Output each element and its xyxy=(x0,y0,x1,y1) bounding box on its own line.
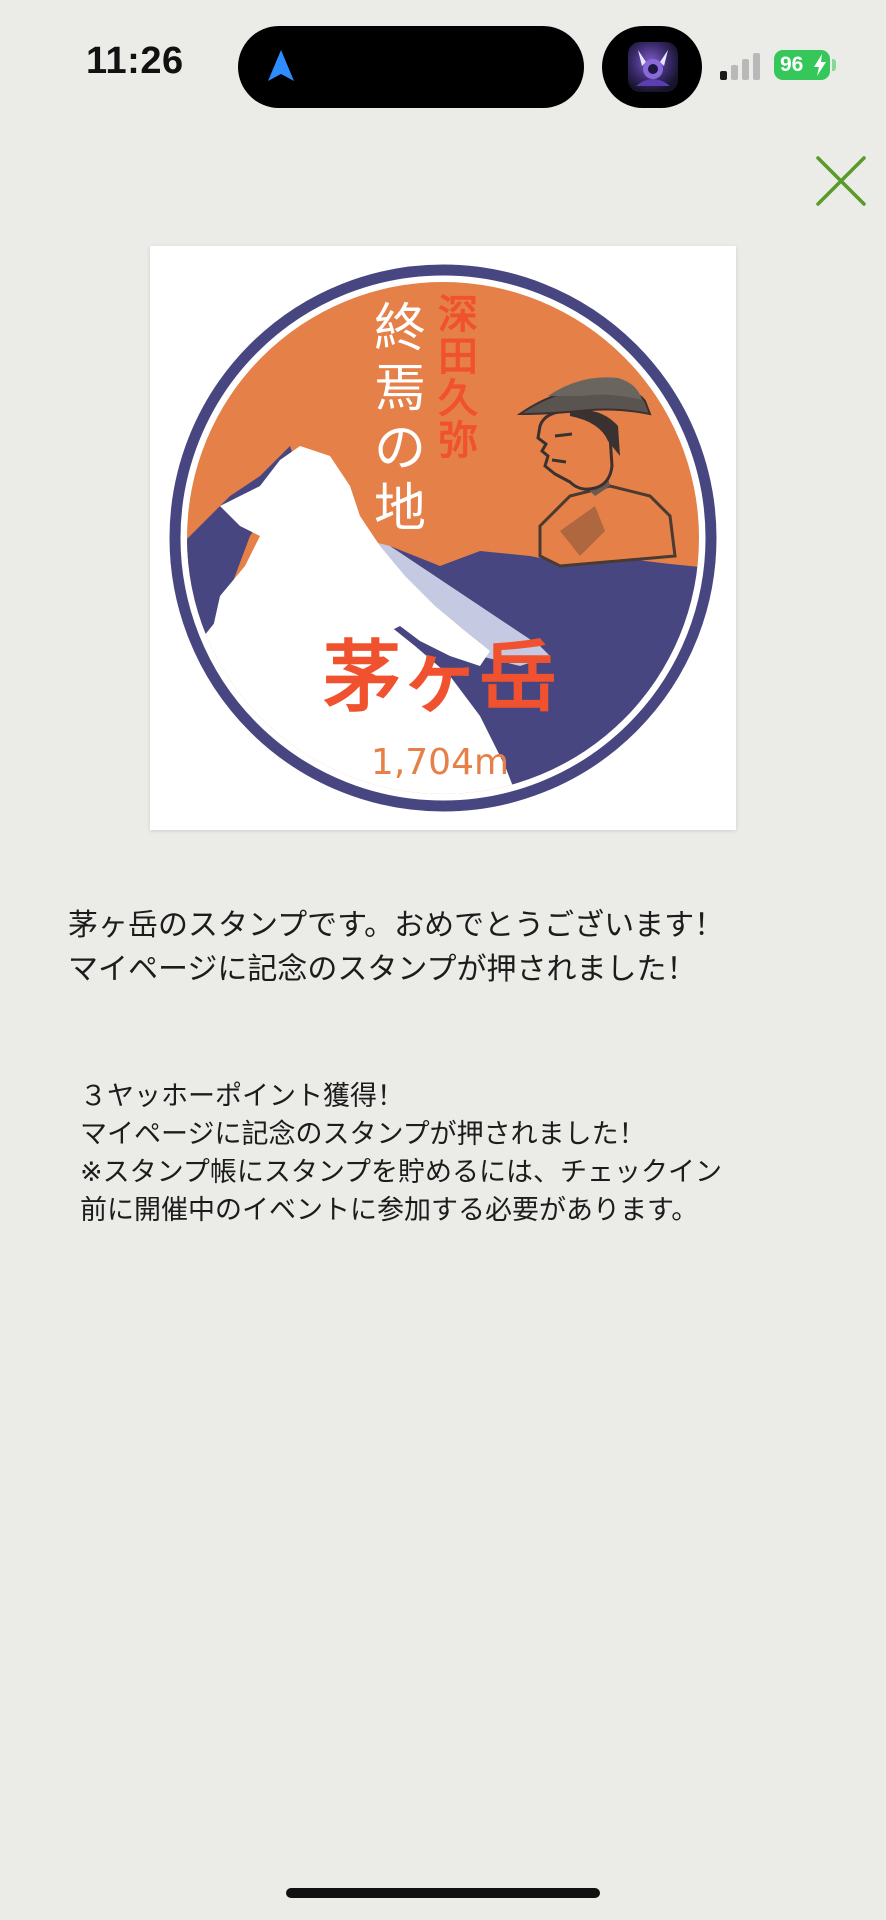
congrats-line: 茅ヶ岳のスタンプです。おめでとうございます！ xyxy=(68,908,725,943)
stamp-artwork: 深 田 久 弥 終 焉 の 地 茅ヶ岳 1,704m xyxy=(169,264,717,812)
stamp-image: 深 田 久 弥 終 焉 の 地 茅ヶ岳 1,704m xyxy=(150,246,736,830)
dynamic-island[interactable] xyxy=(238,26,584,108)
close-button[interactable] xyxy=(810,150,872,212)
congrats-line: マイページに記念のスタンプが押されました！ xyxy=(68,952,697,987)
stamp-elevation: 1,704m xyxy=(371,742,509,783)
reward-stamp-line: マイページに記念のスタンプが押されました！ xyxy=(80,1119,646,1150)
stamp-vertical-phrase: 終 焉 の 地 xyxy=(374,299,426,539)
battery-charging-icon xyxy=(814,54,826,76)
close-icon xyxy=(816,156,866,206)
stamp-name-char: 弥 xyxy=(438,418,478,464)
stamp-phrase-char: 終 xyxy=(374,299,426,359)
live-activity[interactable] xyxy=(602,26,702,108)
status-bar: 11:26 96 xyxy=(0,0,886,120)
live-activity-thumbnail xyxy=(628,42,678,92)
stamp-name-char: 深 xyxy=(438,292,478,338)
congrats-message: 茅ヶ岳のスタンプです。おめでとうございます！ マイページに記念のスタンプが押され… xyxy=(68,904,848,992)
battery-level: 96 xyxy=(780,53,804,76)
stamp-mountain-name: 茅ヶ岳 xyxy=(323,633,557,723)
reward-points-line: ３ヤッホーポイント獲得！ xyxy=(80,1081,404,1112)
stamp-phrase-char: 焉 xyxy=(374,359,426,419)
stamp-vertical-name: 深 田 久 弥 xyxy=(438,292,478,464)
status-time: 11:26 xyxy=(86,40,184,82)
stamp-name-char: 久 xyxy=(438,376,478,422)
navigation-arrow-icon xyxy=(268,50,294,81)
reward-info: ３ヤッホーポイント獲得！ マイページに記念のスタンプが押されました！ ※スタンプ… xyxy=(80,1078,860,1230)
battery-nub xyxy=(832,59,836,71)
cellular-signal-icon xyxy=(720,52,764,80)
stamp-phrase-char: の xyxy=(374,419,426,479)
battery-indicator: 96 xyxy=(774,50,830,80)
reward-note-line: 前に開催中のイベントに参加する必要があります。 xyxy=(80,1195,699,1226)
stamp-name-char: 田 xyxy=(438,334,478,380)
reward-note-line: ※スタンプ帳にスタンプを貯めるには、チェックイン xyxy=(80,1157,723,1188)
stamp-phrase-char: 地 xyxy=(374,479,426,539)
home-indicator[interactable] xyxy=(286,1888,600,1898)
